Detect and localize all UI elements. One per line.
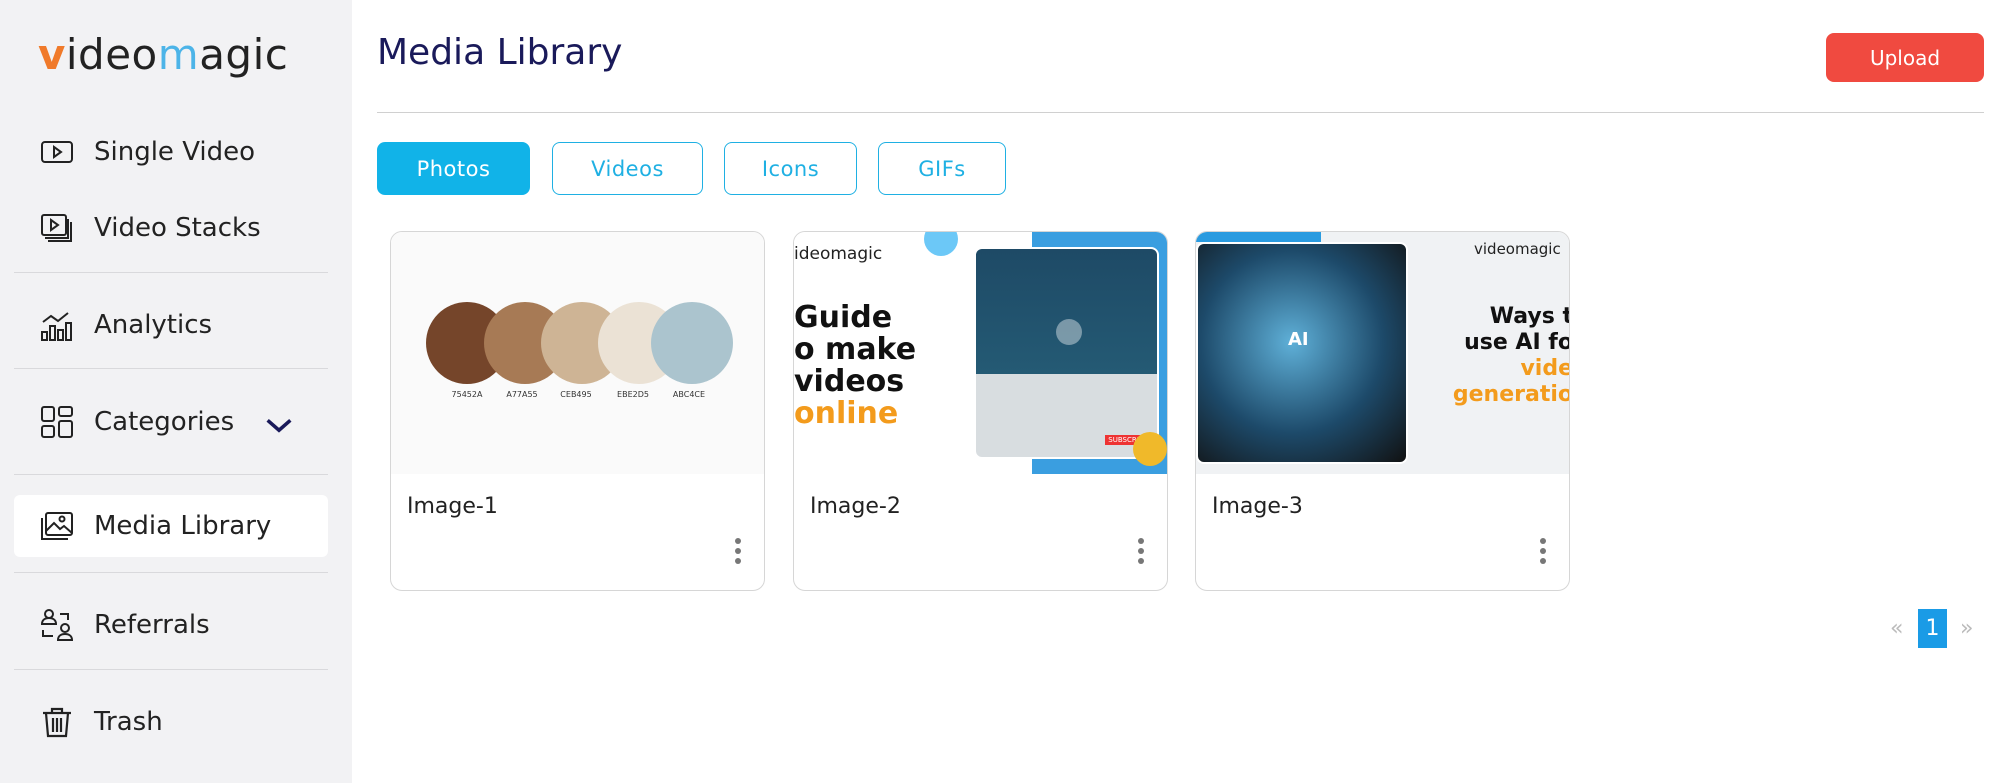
- sidebar: videomagic Single Video Video Stacks Ana…: [0, 0, 352, 783]
- sidebar-item-video-stacks[interactable]: Video Stacks: [14, 197, 328, 259]
- chevron-down-icon[interactable]: [262, 409, 296, 443]
- thumb-brand: ideomagic: [794, 244, 883, 264]
- more-options-icon[interactable]: [1137, 538, 1145, 568]
- thumbnail-ai-video: AI videomagic Ways t use AI fo vide generat…: [1196, 232, 1569, 474]
- thumb-brand: videomagic: [1474, 240, 1561, 258]
- divider: [14, 474, 328, 475]
- sidebar-item-label: Trash: [94, 707, 163, 737]
- sidebar-item-label: Media Library: [94, 511, 272, 541]
- sidebar-item-label: Video Stacks: [94, 213, 261, 243]
- media-card[interactable]: AI videomagic Ways t use AI fo vide generat…: [1195, 231, 1570, 591]
- sidebar-item-media-library[interactable]: Media Library: [14, 495, 328, 557]
- swatch-label: CEB495: [560, 390, 592, 399]
- media-name: Image-1: [407, 494, 498, 519]
- play-icon: [1056, 319, 1082, 345]
- tab-icons[interactable]: Icons: [724, 142, 857, 195]
- ai-hand-image: AI: [1196, 242, 1408, 464]
- analytics-icon: [41, 312, 72, 341]
- thumbnail-guide-video: ideomagic Guide o make videos online SUBSCR…: [794, 232, 1167, 474]
- media-name: Image-2: [810, 494, 901, 519]
- swatch-label: A77A55: [506, 390, 538, 399]
- sidebar-item-single-video[interactable]: Single Video: [14, 121, 328, 183]
- trash-icon: [43, 707, 71, 738]
- swatch-label: ABC4CE: [672, 390, 706, 399]
- sidebar-item-label: Single Video: [94, 137, 256, 167]
- decor-circle: [924, 232, 958, 256]
- divider: [14, 368, 328, 369]
- grid-icon: [41, 406, 73, 438]
- more-options-icon[interactable]: [734, 538, 742, 568]
- sidebar-item-analytics[interactable]: Analytics: [14, 294, 328, 356]
- decor-circle: [1133, 432, 1167, 466]
- tab-gifs[interactable]: GIFs: [878, 142, 1006, 195]
- blue-bar: [1196, 232, 1321, 242]
- swatch-label: EBE2D5: [617, 390, 649, 399]
- page-title: Media Library: [377, 32, 623, 73]
- sidebar-item-categories[interactable]: Categories: [14, 391, 328, 453]
- referrals-icon: [40, 609, 74, 641]
- header-divider: [377, 112, 1984, 113]
- videomagic-logo[interactable]: videomagic: [38, 30, 288, 79]
- pagination-page-1[interactable]: 1: [1918, 609, 1947, 648]
- divider: [14, 272, 328, 273]
- pagination-next[interactable]: »: [1960, 609, 1973, 648]
- image-gallery-icon: [41, 512, 73, 540]
- sidebar-item-trash[interactable]: Trash: [14, 691, 328, 753]
- tab-photos[interactable]: Photos: [377, 142, 530, 195]
- tab-videos[interactable]: Videos: [552, 142, 703, 195]
- upload-button[interactable]: Upload: [1826, 33, 1984, 82]
- thumb-headline: Ways t use AI fo vide generatio: [1452, 304, 1569, 407]
- swatch: [651, 302, 733, 384]
- media-card[interactable]: 75452A A77A55 CEB495 EBE2D5 ABC4CE Image…: [390, 231, 765, 591]
- more-options-icon[interactable]: [1539, 538, 1547, 568]
- pagination-prev[interactable]: «: [1890, 609, 1903, 648]
- media-card[interactable]: ideomagic Guide o make videos online SUBSCR…: [793, 231, 1168, 591]
- sidebar-item-label: Categories: [94, 407, 235, 437]
- media-name: Image-3: [1212, 494, 1303, 519]
- divider: [14, 669, 328, 670]
- divider: [14, 572, 328, 573]
- sidebar-item-label: Analytics: [94, 310, 213, 340]
- play-video-icon: [41, 141, 73, 163]
- sidebar-item-label: Referrals: [94, 610, 210, 640]
- thumb-headline: Guide o make videos online: [794, 300, 917, 431]
- sidebar-item-referrals[interactable]: Referrals: [14, 594, 328, 656]
- thumbnail-color-palette: 75452A A77A55 CEB495 EBE2D5 ABC4CE: [391, 232, 764, 474]
- video-stack-icon: [41, 214, 72, 242]
- swatch-label: 75452A: [451, 390, 483, 399]
- video-preview: SUBSCRIBE: [974, 247, 1159, 459]
